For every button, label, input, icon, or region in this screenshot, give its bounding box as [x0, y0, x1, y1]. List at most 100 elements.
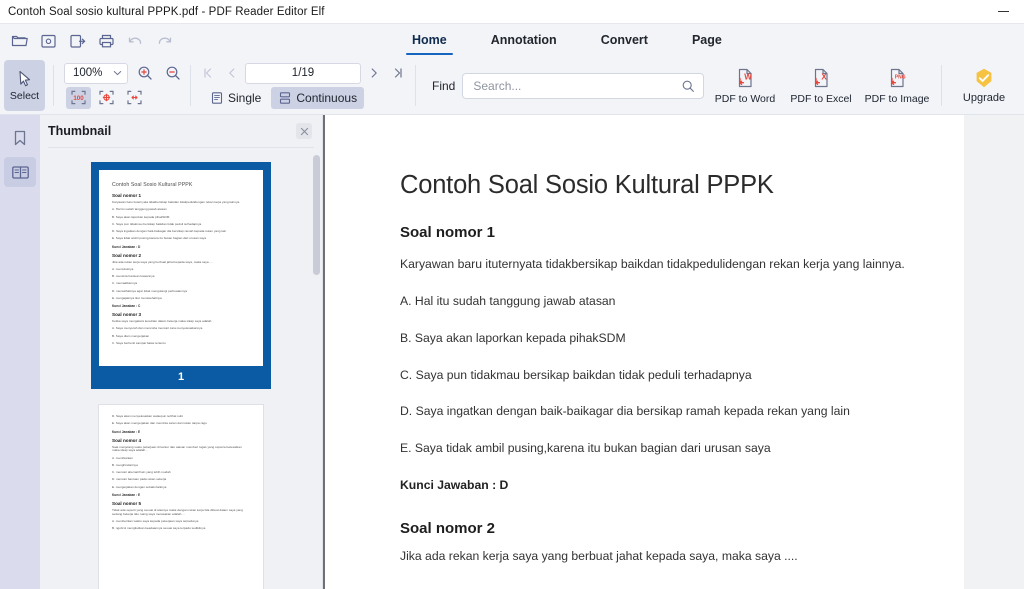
print-icon[interactable]: [93, 28, 120, 53]
option-a-1: A. Hal itu sudah tanggung jawab atasan: [400, 293, 616, 308]
actual-size-icon: 100: [71, 90, 86, 105]
window-title: Contoh Soal sosio kultural PPPK.pdf - PD…: [8, 5, 325, 18]
thumb-line: A. Hal itu sudah tanggung jawab atasan: [112, 207, 167, 212]
fit-page-button[interactable]: [94, 87, 119, 109]
thumb-line: C. memaafkannya: [112, 281, 138, 286]
thumbnail-book-icon: [11, 165, 29, 179]
thumb-doc-title: Contoh Soal Sosio Kultural PPPK: [112, 182, 193, 188]
sidebar-item-bookmarks[interactable]: [4, 123, 36, 153]
select-tool-label: Select: [9, 90, 40, 102]
pdf-to-word-button[interactable]: W PDF to Word: [707, 57, 783, 114]
section-question-2: Jika ada rekan kerja saya yang berbuat j…: [400, 549, 798, 564]
first-page-icon: [204, 68, 212, 78]
chevron-left-icon: [229, 68, 235, 78]
zoom-out-button[interactable]: [162, 63, 184, 84]
save-icon[interactable]: [35, 28, 62, 53]
pdf-to-image-icon: PNG: [890, 68, 906, 88]
fit-page-icon: [99, 90, 114, 105]
tab-annotation[interactable]: Annotation: [469, 24, 579, 57]
thumb-line: B. Saya akan laporkan kepada pihakSDM: [112, 214, 170, 219]
document-page: Contoh Soal Sosio Kultural PPPK Soal nom…: [323, 115, 964, 589]
thumb-line: Kunci Jawaban : E: [112, 429, 141, 434]
last-page-button[interactable]: [387, 63, 409, 84]
tab-page[interactable]: Page: [670, 24, 744, 57]
thumb-line: Soal nomor 3: [112, 312, 142, 317]
thumbnail-panel-header: Thumbnail: [40, 115, 322, 147]
thumbnail-panel: Thumbnail Contoh Soal Sosio Kultural PPP…: [40, 115, 323, 589]
thumb-line: Kunci Jawaban : E: [112, 492, 141, 497]
open-folder-icon[interactable]: [6, 28, 33, 53]
option-e-1: E. Saya tidak ambil pusing,karena itu bu…: [400, 441, 771, 456]
page-navigation: 1/19 Single Continuous: [197, 57, 409, 114]
thumb-line: C. Saya pun tidakmau bersikap baikdan ti…: [112, 221, 202, 226]
first-page-button[interactable]: [197, 63, 219, 84]
undo-icon[interactable]: [122, 28, 149, 53]
thumb-line: Tidak ada seperti yang sesuai di atasnya…: [112, 507, 243, 516]
thumb-line: Soal nomor 5: [112, 500, 142, 506]
pdf-to-word-label: PDF to Word: [714, 93, 776, 105]
svg-text:100: 100: [73, 95, 84, 102]
thumbnail-panel-title: Thumbnail: [48, 124, 112, 138]
thumb-line: B. menghindarinya: [112, 462, 138, 467]
fit-width-icon: [127, 90, 142, 105]
minimize-icon: [997, 11, 1009, 12]
continuous-page-icon: [280, 91, 291, 104]
pdf-to-excel-button[interactable]: X PDF to Excel: [783, 57, 859, 114]
pdf-reader-window: Contoh Soal sosio kultural PPPK.pdf - PD…: [0, 0, 1024, 589]
thumbnail-scrollbar[interactable]: [313, 155, 320, 275]
thumb-line: Kunci Jawaban : C: [112, 304, 141, 308]
svg-text:X: X: [821, 73, 827, 82]
page-number-input[interactable]: 1/19: [245, 62, 361, 84]
thumbnail-item-1[interactable]: Contoh Soal Sosio Kultural PPPK Soal nom…: [91, 162, 271, 389]
thumb-line: E. Saya tidak ambil pusing,karena itu bu…: [112, 236, 207, 241]
chevron-right-icon: [371, 68, 377, 78]
thumb-line: A. memberikan waktu saya kepada pekerjaa…: [112, 518, 199, 523]
zoom-level-select[interactable]: 100%: [64, 62, 128, 84]
previous-page-button[interactable]: [221, 63, 243, 84]
toolbar-divider-4: [941, 65, 942, 106]
main-body: Thumbnail Contoh Soal Sosio Kultural PPP…: [0, 114, 1024, 589]
fit-actual-size-button[interactable]: 100: [66, 86, 91, 109]
ribbon: Home Annotation Convert Page Select 100%: [0, 23, 1024, 114]
zoom-controls: 100% 100: [60, 57, 184, 114]
quick-tools-group: [0, 28, 178, 53]
thumb-line: B. meminta bantuan kawannya: [112, 274, 155, 278]
save-as-icon[interactable]: [64, 28, 91, 53]
search-input[interactable]: Search...: [462, 72, 705, 99]
svg-text:PNG: PNG: [895, 75, 906, 81]
option-d-1: D. Saya ingatkan dengan baik-baikagar di…: [400, 404, 850, 419]
single-view-button[interactable]: Single: [203, 87, 268, 109]
thumb-line: Ketika saya mengalami kesulitan dalam be…: [112, 319, 212, 323]
sidebar-item-thumbnail[interactable]: [4, 157, 36, 187]
pdf-to-word-icon: W: [738, 68, 752, 88]
thumb-line: B. Saya diam mengerjakan: [112, 333, 150, 338]
search-icon: [682, 80, 695, 92]
tab-convert[interactable]: Convert: [579, 24, 670, 57]
pdf-to-image-label: PDF to Image: [864, 93, 930, 105]
thumbnail-item-2[interactable]: D. Saya akan menyelesaikan walaupun terl…: [91, 405, 271, 589]
option-b-1: B. Saya akan laporkan kepada pihakSDM: [400, 330, 626, 345]
upgrade-button[interactable]: Upgrade: [948, 57, 1020, 114]
zoom-in-button[interactable]: [134, 63, 156, 84]
svg-text:W: W: [744, 73, 752, 82]
thumbnail-list[interactable]: Contoh Soal Sosio Kultural PPPK Soal nom…: [40, 148, 322, 589]
thumbnail-frame-2: D. Saya akan menyelesaikan walaupun terl…: [91, 405, 271, 589]
close-thumbnail-panel-button[interactable]: [296, 123, 312, 139]
tab-home[interactable]: Home: [390, 24, 469, 57]
pdf-to-image-button[interactable]: PNG PDF to Image: [859, 57, 935, 114]
thumbnail-preview-2: D. Saya akan menyelesaikan walaupun terl…: [99, 405, 263, 589]
option-c-1: C. Saya pun tidakmau bersikap baikdan ti…: [400, 367, 752, 382]
thumb-line: B. ngobrol mengikutkan keadaannya sesuai…: [112, 526, 206, 531]
minimize-button[interactable]: [982, 0, 1024, 23]
document-title: Contoh Soal Sosio Kultural PPPK: [400, 171, 774, 199]
thumb-line: C. Saya berhenti sampai batas tertentu: [112, 340, 166, 345]
select-tool-button[interactable]: Select: [4, 60, 45, 111]
fit-width-button[interactable]: [122, 87, 147, 109]
continuous-view-button[interactable]: Continuous: [271, 86, 365, 109]
thumb-line: E. mengajaknya ikut menasehatinya: [112, 295, 162, 300]
title-bar: Contoh Soal sosio kultural PPPK.pdf - PD…: [0, 0, 1024, 23]
document-view[interactable]: Contoh Soal Sosio Kultural PPPK Soal nom…: [323, 115, 1024, 589]
redo-icon[interactable]: [151, 28, 178, 53]
thumb-line: Saat menjelang suatu pekerjaan di kantor…: [112, 444, 242, 453]
next-page-button[interactable]: [363, 63, 385, 84]
